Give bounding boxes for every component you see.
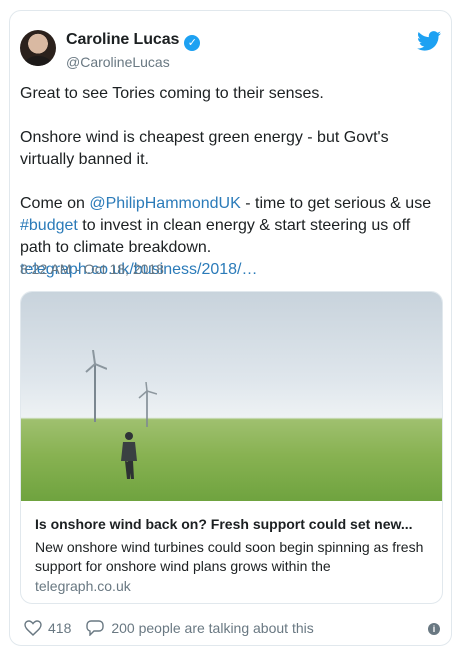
tweet-card: Caroline Lucas ✓ @CarolineLucas Great to …	[9, 10, 452, 646]
card-title[interactable]: Is onshore wind back on? Fresh support c…	[35, 516, 430, 532]
link-card[interactable]: Is onshore wind back on? Fresh support c…	[20, 291, 443, 604]
twitter-bird-icon[interactable]	[417, 31, 441, 51]
card-image	[21, 292, 442, 501]
card-description: New onshore wind turbines could soon beg…	[35, 539, 424, 574]
info-icon[interactable]: i	[428, 623, 440, 635]
verified-icon: ✓	[184, 35, 201, 51]
person-silhouette	[121, 432, 137, 479]
hashtag-link[interactable]: #budget	[20, 217, 78, 234]
like-count[interactable]: 418	[48, 620, 71, 636]
reply-icon[interactable]	[86, 620, 105, 636]
handle[interactable]: @CarolineLucas	[66, 54, 170, 70]
tweet-actions: 418 200 people are talking about this	[24, 620, 314, 636]
heart-icon[interactable]	[24, 620, 42, 636]
talking-count[interactable]: 200 people are talking about this	[111, 620, 313, 636]
avatar[interactable]	[20, 30, 56, 66]
timestamp[interactable]: 8:22 AM - Oct 18, 2018	[20, 261, 164, 277]
display-name[interactable]: Caroline Lucas	[66, 31, 179, 48]
mention-link[interactable]: @PhilipHammondUK	[89, 195, 240, 212]
card-domain: telegraph.co.uk	[35, 578, 131, 594]
tweet-text: Great to see Tories coming to their sens…	[20, 85, 436, 278]
name-row[interactable]: Caroline Lucas ✓	[66, 31, 201, 51]
wind-turbine-icon	[138, 382, 157, 427]
wind-turbine-icon	[85, 350, 107, 422]
